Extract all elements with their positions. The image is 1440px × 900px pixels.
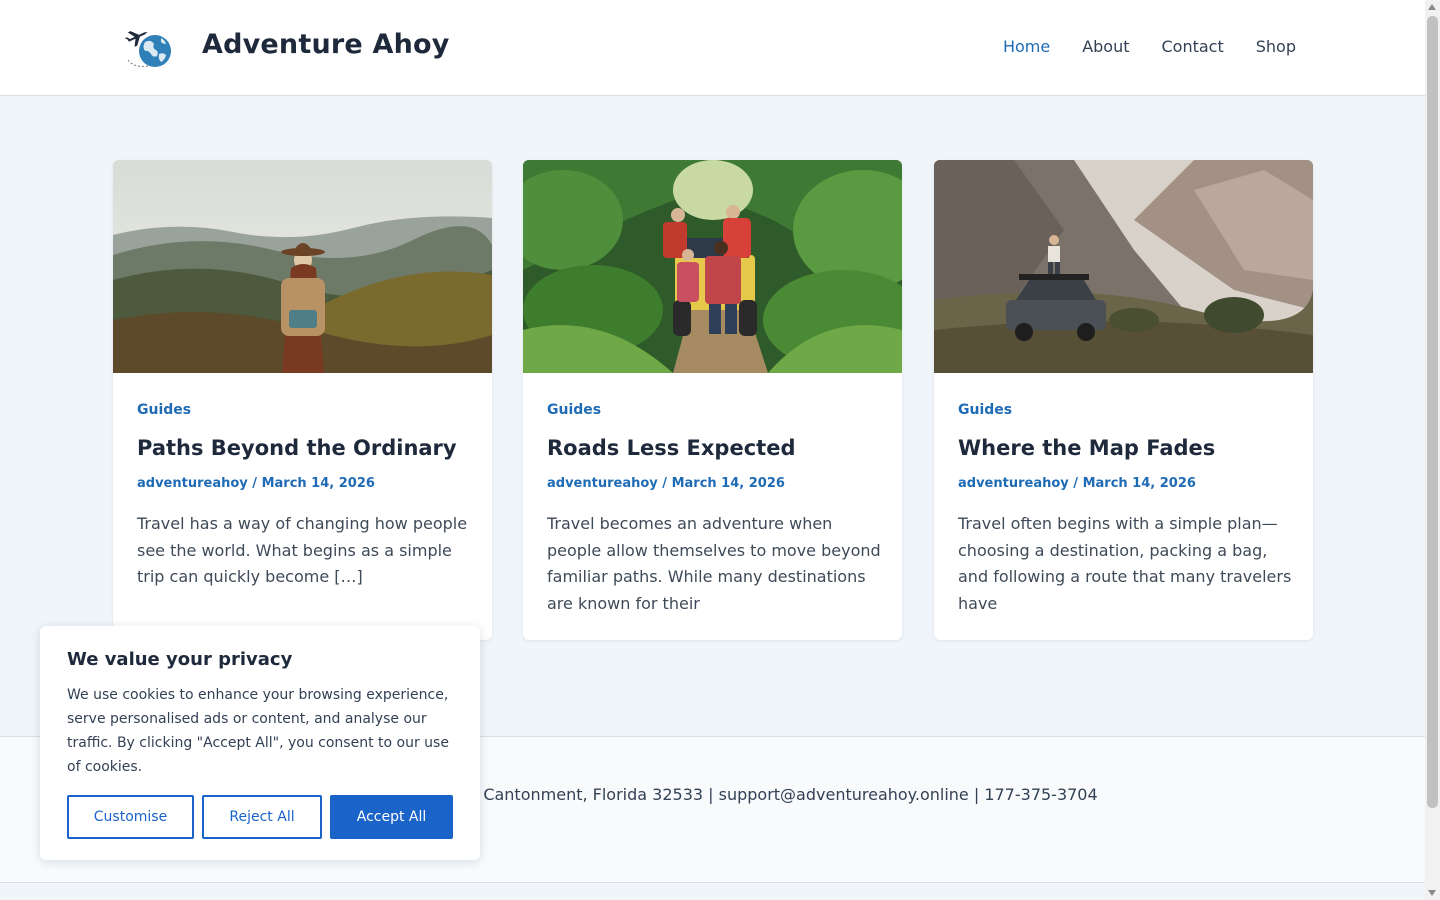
- post-category[interactable]: Guides: [958, 402, 1012, 418]
- site-title[interactable]: Adventure Ahoy: [202, 29, 450, 60]
- page-scrollbar[interactable]: [1425, 0, 1440, 900]
- cookie-description: We use cookies to enhance your browsing …: [67, 687, 449, 775]
- site-header: Adventure Ahoy Home About Contact Shop: [0, 0, 1425, 96]
- post-author[interactable]: adventureahoy: [137, 476, 248, 491]
- nav-about[interactable]: About: [1082, 37, 1129, 56]
- post-excerpt: Travel often begins with a simple plan—c…: [958, 514, 1292, 613]
- post-category[interactable]: Guides: [547, 402, 601, 418]
- accept-all-button[interactable]: Accept All: [330, 795, 453, 839]
- post-thumbnail-valley-car[interactable]: [934, 160, 1313, 373]
- post-excerpt: Travel has a way of changing how people …: [137, 514, 468, 586]
- main-nav: Home About Contact Shop: [971, 37, 1296, 56]
- reject-all-button[interactable]: Reject All: [202, 795, 322, 839]
- post-date: March 14, 2026: [1082, 476, 1196, 491]
- post-meta: adventureahoy / March 14, 2026: [137, 476, 375, 491]
- scroll-up-arrow-icon[interactable]: [1428, 4, 1436, 10]
- post-category[interactable]: Guides: [137, 402, 191, 418]
- meta-separator: /: [1073, 476, 1079, 491]
- cookie-title: We value your privacy: [67, 649, 293, 670]
- cookie-consent-banner: We value your privacy We use cookies to …: [40, 626, 480, 860]
- post-date: March 14, 2026: [261, 476, 375, 491]
- customise-button[interactable]: Customise: [67, 795, 194, 839]
- meta-separator: /: [662, 476, 668, 491]
- post-thumbnail-jungle-jeep[interactable]: [523, 160, 902, 373]
- post-thumbnail-hiker-mountains[interactable]: [113, 160, 492, 373]
- post-card: Guides Where the Map Fades adventureahoy…: [934, 160, 1313, 640]
- scrollbar-thumb[interactable]: [1427, 16, 1438, 808]
- post-author[interactable]: adventureahoy: [547, 476, 658, 491]
- scroll-down-arrow-icon[interactable]: [1428, 890, 1436, 896]
- post-card: Guides Roads Less Expected adventureahoy…: [523, 160, 902, 640]
- post-card: Guides Paths Beyond the Ordinary adventu…: [113, 160, 492, 640]
- nav-home[interactable]: Home: [1003, 37, 1050, 56]
- footer-contact-line: Cantonment, Florida 32533 | support@adve…: [483, 785, 1098, 804]
- post-meta: adventureahoy / March 14, 2026: [547, 476, 785, 491]
- post-title[interactable]: Roads Less Expected: [547, 436, 795, 460]
- nav-shop[interactable]: Shop: [1256, 37, 1296, 56]
- post-excerpt: Travel becomes an adventure when people …: [547, 514, 881, 613]
- meta-separator: /: [252, 476, 258, 491]
- post-date: March 14, 2026: [671, 476, 785, 491]
- post-title[interactable]: Paths Beyond the Ordinary: [137, 436, 457, 460]
- post-author[interactable]: adventureahoy: [958, 476, 1069, 491]
- post-meta: adventureahoy / March 14, 2026: [958, 476, 1196, 491]
- globe-airplane-icon[interactable]: [123, 24, 177, 72]
- nav-contact[interactable]: Contact: [1162, 37, 1224, 56]
- post-title[interactable]: Where the Map Fades: [958, 436, 1215, 460]
